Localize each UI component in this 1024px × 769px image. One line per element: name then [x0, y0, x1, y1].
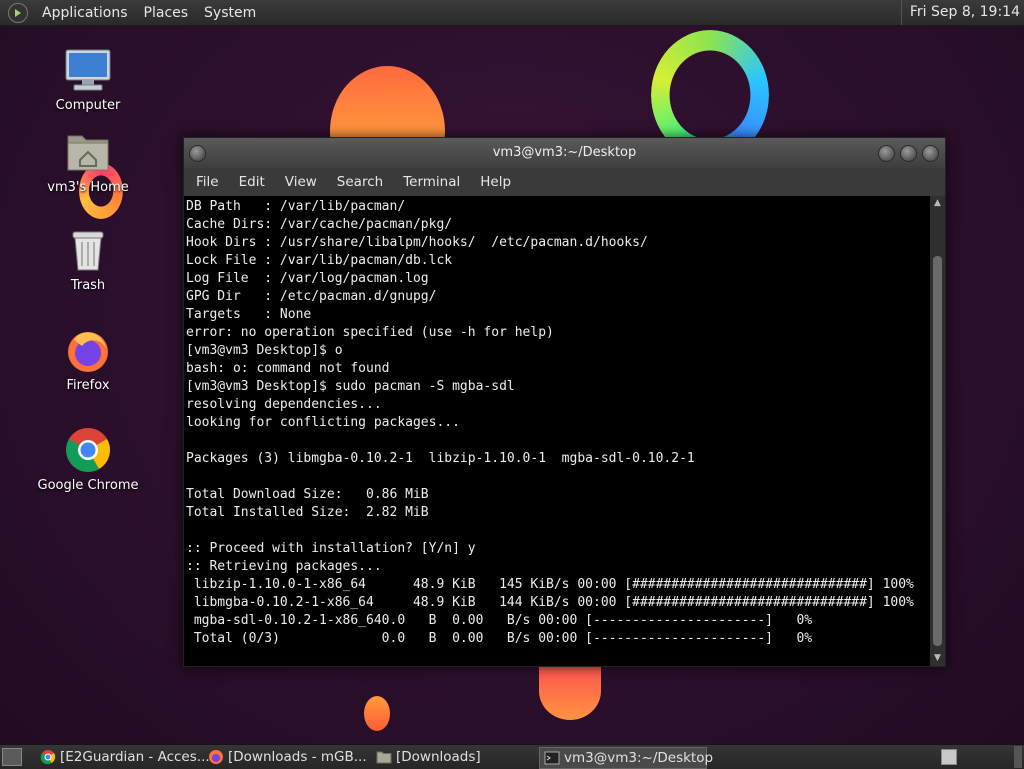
close-button[interactable]	[922, 145, 939, 162]
task-e2guardian[interactable]: [E2Guardian - Acces...	[36, 747, 222, 767]
terminal-line: libmgba-0.10.2-1-x86_64 48.9 KiB 144 KiB…	[186, 595, 914, 610]
terminal-line: Packages (3) libmgba-0.10.2-1 libzip-1.1…	[186, 451, 695, 466]
terminal-icon	[544, 751, 560, 765]
terminal-line: [vm3@vm3 Desktop]$ sudo pacman -S mgba-s…	[186, 379, 515, 394]
terminal-line: resolving dependencies...	[186, 397, 382, 412]
desktop-icon-label: vm3's Home	[47, 180, 129, 195]
terminal-window[interactable]: vm3@vm3:~/Desktop File Edit View Search …	[183, 137, 946, 667]
panel-clock[interactable]: Fri Sep 8, 19:14	[900, 0, 1020, 25]
mate-logo-icon[interactable]	[8, 2, 28, 23]
terminal-line: DB Path : /var/lib/pacman/	[186, 199, 406, 214]
scroll-thumb[interactable]	[933, 256, 942, 646]
terminal-line: :: Retrieving packages...	[186, 559, 382, 574]
desktop-icon-label: Google Chrome	[37, 478, 139, 493]
terminal-menubar: File Edit View Search Terminal Help	[184, 168, 945, 196]
task-label: [Downloads - mGB...	[228, 749, 367, 765]
menu-search[interactable]: Search	[327, 174, 393, 190]
desktop-icon-label: Trash	[70, 278, 106, 293]
terminal-line: Total Installed Size: 2.82 MiB	[186, 505, 429, 520]
task-label: vm3@vm3:~/Desktop	[564, 750, 714, 766]
terminal-line: Total (0/3) 0.0 B 0.00 B/s 00:00 [------…	[186, 631, 813, 646]
show-desktop-button[interactable]	[2, 748, 22, 766]
menu-view[interactable]: View	[275, 174, 327, 190]
maximize-button[interactable]	[900, 145, 917, 162]
menu-terminal[interactable]: Terminal	[393, 174, 470, 190]
desktop-icon-computer[interactable]: Computer	[28, 46, 148, 113]
terminal-line: Log File : /var/log/pacman.log	[186, 271, 429, 286]
desktop-icon-trash[interactable]: Trash	[28, 226, 148, 293]
system-menu[interactable]: System	[196, 5, 264, 21]
desktop-icon-firefox[interactable]: Firefox	[28, 326, 148, 393]
desktop-icon-chrome[interactable]: Google Chrome	[28, 426, 148, 493]
task-label: [E2Guardian - Acces...	[60, 749, 210, 765]
terminal-titlebar[interactable]: vm3@vm3:~/Desktop	[184, 138, 945, 168]
workspace-switcher[interactable]	[941, 749, 957, 765]
terminal-line: error: no operation specified (use -h fo…	[186, 325, 554, 340]
terminal-line: [vm3@vm3 Desktop]$ o	[186, 343, 343, 358]
terminal-line: Cache Dirs: /var/cache/pacman/pkg/	[186, 217, 453, 232]
computer-icon	[64, 46, 112, 94]
terminal-line: libzip-1.10.0-1-x86_64 48.9 KiB 145 KiB/…	[186, 577, 914, 592]
folder-icon	[376, 751, 392, 764]
terminal-scrollbar[interactable]: ▲ ▼	[930, 196, 945, 666]
terminal-line: mgba-sdl-0.10.2-1-x86_640.0 B 0.00 B/s 0…	[186, 613, 813, 628]
desktop-icon-label: Firefox	[66, 378, 110, 393]
task-label: [Downloads]	[396, 749, 481, 765]
task-terminal[interactable]: vm3@vm3:~/Desktop	[539, 747, 713, 769]
applications-menu[interactable]: Applications	[34, 5, 136, 21]
desktop-icon-home[interactable]: vm3's Home	[28, 128, 148, 195]
top-panel: Applications Places System Fri Sep 8, 19…	[0, 0, 1024, 26]
chrome-icon	[40, 750, 56, 765]
menu-file[interactable]: File	[186, 174, 229, 190]
window-title: vm3@vm3:~/Desktop	[492, 145, 637, 160]
desktop-icon-label: Computer	[55, 98, 121, 113]
terminal-line: GPG Dir : /etc/pacman.d/gnupg/	[186, 289, 437, 304]
trash-icon	[64, 226, 112, 274]
wallpaper-small-blob	[364, 696, 390, 731]
bottom-taskbar: [E2Guardian - Acces... [Downloads - mGB.…	[0, 744, 1024, 769]
terminal-line: Lock File : /var/lib/pacman/db.lck	[186, 253, 453, 268]
task-downloads-folder[interactable]: [Downloads]	[372, 747, 556, 767]
terminal-line: :: Proceed with installation? [Y/n] y	[186, 541, 476, 556]
home-folder-icon	[64, 128, 112, 176]
menu-help[interactable]: Help	[470, 174, 521, 190]
minimize-button[interactable]	[878, 145, 895, 162]
wallpaper-bottom-blob	[539, 662, 601, 720]
terminal-line: Targets : None	[186, 307, 312, 322]
chrome-icon	[64, 426, 112, 474]
menu-edit[interactable]: Edit	[229, 174, 275, 190]
terminal-line: looking for conflicting packages...	[186, 415, 460, 430]
scroll-down-icon[interactable]: ▼	[930, 651, 945, 666]
terminal-output[interactable]: DB Path : /var/lib/pacman/Cache Dirs: /v…	[184, 196, 930, 666]
terminal-line: Total Download Size: 0.86 MiB	[186, 487, 429, 502]
window-menu-button[interactable]	[189, 145, 206, 162]
terminal-line: Hook Dirs : /usr/share/libalpm/hooks/ /e…	[186, 235, 648, 250]
panel-handle[interactable]	[1014, 746, 1022, 768]
terminal-line: bash: o: command not found	[186, 361, 390, 376]
firefox-icon	[64, 326, 112, 374]
firefox-icon	[209, 750, 223, 764]
scroll-up-icon[interactable]: ▲	[930, 196, 945, 211]
places-menu[interactable]: Places	[136, 5, 197, 21]
terminal-text: DB Path : /var/lib/pacman/Cache Dirs: /v…	[184, 196, 930, 648]
task-downloads-browser[interactable]: [Downloads - mGB...	[204, 747, 390, 767]
